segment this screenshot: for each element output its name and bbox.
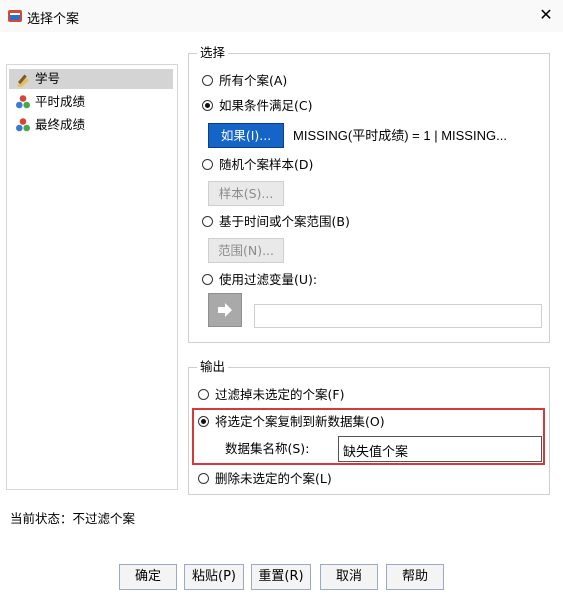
move-variable-button[interactable]	[208, 293, 242, 327]
select-group-title: 选择	[197, 45, 229, 61]
window-title: 选择个案	[27, 12, 80, 27]
sample-button[interactable]: 样本(S)...	[208, 181, 284, 206]
radio-button[interactable]	[202, 75, 213, 86]
right-arrow-icon	[218, 303, 232, 317]
variable-item-regular-score[interactable]: 平时成绩	[9, 92, 173, 112]
condition-text: MISSING(平时成绩) = 1 | MISSING...	[293, 128, 507, 143]
radio-button-checked[interactable]	[198, 416, 209, 427]
current-status: 当前状态：不过滤个案	[10, 511, 136, 526]
if-button[interactable]: 如果(I)...	[208, 123, 284, 148]
range-button[interactable]: 范围(N)...	[208, 238, 284, 263]
variable-item-final-score[interactable]: 最终成绩	[9, 115, 173, 135]
radio-button[interactable]	[202, 159, 213, 170]
dataset-name-label: 数据集名称(S):	[225, 441, 310, 456]
variable-list[interactable]: 学号 平时成绩 最终成绩	[6, 64, 178, 490]
close-button[interactable]: ✕	[533, 3, 559, 27]
nominal-scale-icon	[16, 95, 30, 109]
title-bar: 选择个案 ✕	[0, 0, 563, 32]
help-button[interactable]: 帮助	[386, 564, 444, 590]
radio-button-checked[interactable]	[202, 100, 213, 111]
ruler-pencil-icon	[17, 74, 29, 87]
radio-button[interactable]	[202, 274, 213, 285]
radio-button[interactable]	[198, 389, 209, 400]
reset-button[interactable]: 重置(R)	[251, 564, 311, 590]
output-group-title: 输出	[197, 359, 229, 375]
radio-button[interactable]	[202, 216, 213, 227]
paste-button[interactable]: 粘贴(P)	[184, 564, 244, 590]
spss-app-icon	[8, 10, 22, 22]
filter-variable-field[interactable]	[254, 304, 542, 328]
radio-button[interactable]	[198, 473, 209, 484]
dataset-name-input[interactable]: 缺失值个案	[338, 436, 542, 462]
ok-button[interactable]: 确定	[119, 564, 177, 590]
variable-item-student-id[interactable]: 学号	[9, 69, 173, 89]
cancel-button[interactable]: 取消	[320, 564, 378, 590]
nominal-scale-icon	[16, 118, 30, 132]
